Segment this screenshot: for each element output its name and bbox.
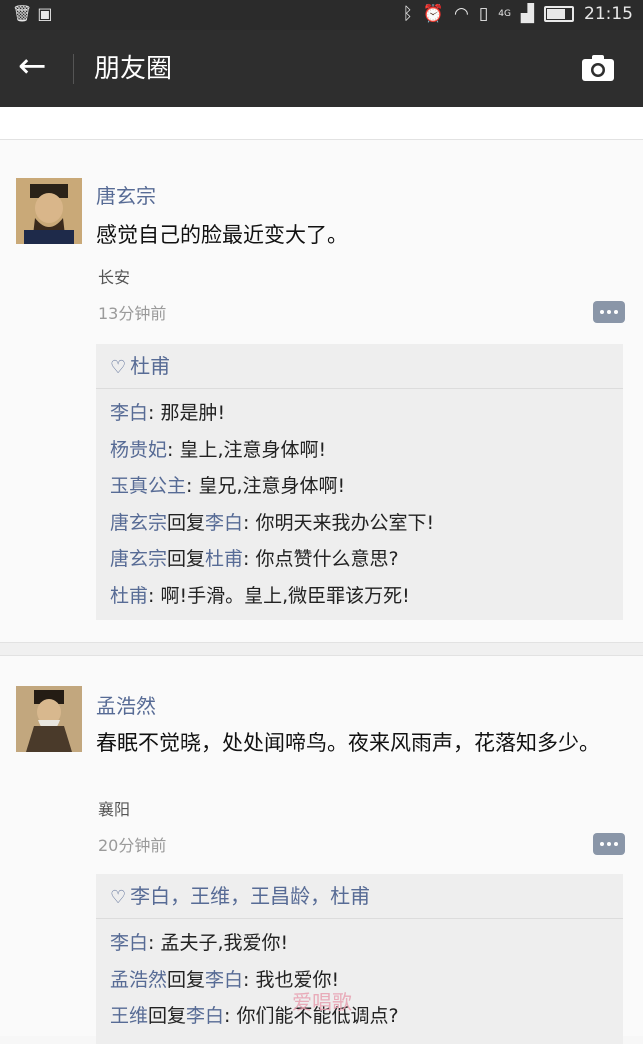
likes-row: ♡ 李白，王维，王昌龄，杜甫 [96, 874, 623, 919]
avatar[interactable] [16, 178, 82, 244]
comment-text: : 孟夫子,我爱你! [148, 932, 289, 954]
reply-word: 回复 [167, 511, 206, 534]
commenter-name[interactable]: 王维 [110, 1005, 148, 1027]
image-icon: ▣ [37, 4, 53, 23]
post-divider [0, 642, 643, 656]
status-icons: ᛒ ⏰ ◠ ▯ 4G ▟ 21:15 [403, 4, 633, 24]
battery-icon [544, 6, 574, 22]
likes-list[interactable]: 李白，王维，王昌龄，杜甫 [130, 884, 370, 908]
post-time: 13分钟前 [98, 304, 167, 323]
heart-icon: ♡ [110, 357, 127, 378]
comment-button[interactable] [593, 301, 625, 323]
post-location[interactable]: 长安 [98, 264, 130, 288]
heart-icon: ♡ [110, 887, 127, 908]
reply-word: 回复 [167, 968, 206, 991]
avatar[interactable] [16, 686, 82, 752]
interaction-box: ♡ 杜甫 李白: 那是肿! 杨贵妃: 皇上,注意身体啊! 玉真公主: 皇兄,注意身… [96, 344, 623, 620]
watermark: 爱唱歌 [292, 990, 352, 1014]
comment-text: : 皇上,注意身体啊! [167, 438, 327, 461]
reply-word: 回复 [167, 548, 206, 570]
comment-row[interactable]: 李白: 孟夫子,我爱你! [110, 925, 623, 962]
comment-list: 李白: 孟夫子,我爱你! 孟浩然回复李白: 我也爱你! 王维回复李白: 你们能不… [96, 919, 623, 1041]
network-label: 4G [498, 8, 511, 19]
commenter-name[interactable]: 杨贵妃 [110, 439, 167, 461]
commenter-name[interactable]: 玉真公主 [110, 475, 186, 497]
title-divider [73, 54, 74, 84]
post-location[interactable]: 襄阳 [98, 796, 130, 820]
signal-icon: ▟ [520, 4, 534, 24]
moments-feed: 唐玄宗 感觉自己的脸最近变大了。 长安 13分钟前 ♡ 杜甫 李白: 那是肿! 杨… [0, 107, 643, 1044]
post-content: 春眠不觉晓，处处闻啼鸟。夜来风雨声，花落知多少。 [96, 731, 600, 755]
alarm-icon: ⏰ [422, 4, 445, 24]
comment-text: : 你点赞什么意思? [243, 548, 399, 570]
interaction-box: ♡ 李白，王维，王昌龄，杜甫 李白: 孟夫子,我爱你! 孟浩然回复李白: 我也爱你… [96, 874, 623, 1044]
comment-row[interactable]: 李白: 那是肿! [110, 395, 623, 432]
moment-post: 唐玄宗 感觉自己的脸最近变大了。 长安 13分钟前 ♡ 杜甫 李白: 那是肿! 杨… [0, 140, 643, 642]
reply-target-name[interactable]: 杜甫 [205, 548, 243, 570]
post-content: 感觉自己的脸最近变大了。 [96, 223, 348, 247]
comment-list: 李白: 那是肿! 杨贵妃: 皇上,注意身体啊! 玉真公主: 皇兄,注意身体啊! … [96, 389, 623, 620]
likes-row: ♡ 杜甫 [96, 344, 623, 389]
commenter-name[interactable]: 李白 [110, 402, 148, 424]
comment-row[interactable]: 杨贵妃: 皇上,注意身体啊! [110, 432, 623, 469]
reply-target-name[interactable]: 李白 [205, 512, 243, 534]
comment-row[interactable]: 唐玄宗回复杜甫: 你点赞什么意思? [110, 541, 623, 578]
comment-text: : 那是肿! [148, 402, 226, 424]
commenter-name[interactable]: 唐玄宗 [110, 548, 167, 570]
poster-name[interactable]: 孟浩然 [96, 690, 156, 719]
comment-row[interactable]: 杜甫: 啊!手滑。皇上,微臣罪该万死! [110, 578, 623, 615]
clock: 21:15 [584, 4, 633, 24]
bluetooth-icon: ᛒ [402, 4, 413, 24]
comment-text: : 皇兄,注意身体啊! [186, 475, 346, 497]
notification-icons: 🗑 ▣ [12, 4, 53, 23]
status-bar: 🗑 ▣ ᛒ ⏰ ◠ ▯ 4G ▟ 21:15 [0, 0, 643, 30]
wifi-icon: ◠ [454, 4, 469, 24]
comment-row[interactable]: 唐玄宗回复李白: 你明天来我办公室下! [110, 505, 623, 542]
commenter-name[interactable]: 唐玄宗 [110, 512, 167, 534]
comment-text: : 你明天来我办公室下! [243, 511, 435, 534]
reply-target-name[interactable]: 李白 [205, 969, 243, 991]
reply-target-name[interactable]: 李白 [186, 1005, 224, 1027]
comment-row[interactable]: 孟浩然回复李白: 我也爱你! [110, 962, 623, 999]
page-title: 朋友圈 [94, 54, 173, 84]
camera-icon[interactable] [581, 54, 615, 82]
phone-icon: ▯ [478, 4, 489, 24]
comment-button[interactable] [593, 833, 625, 855]
post-time: 20分钟前 [98, 836, 167, 855]
commenter-name[interactable]: 李白 [110, 932, 148, 954]
comment-text: : 啊!手滑。皇上,微臣罪该万死! [148, 584, 410, 607]
comment-row[interactable]: 王维回复李白: 你们能不能低调点? [110, 998, 623, 1035]
reply-word: 回复 [148, 1005, 187, 1027]
feed-top-spacer [0, 107, 643, 140]
back-arrow-icon[interactable]: ← [18, 46, 47, 86]
commenter-name[interactable]: 杜甫 [110, 585, 148, 607]
title-bar: ← 朋友圈 [0, 30, 643, 107]
poster-name[interactable]: 唐玄宗 [96, 180, 156, 209]
moment-post: 孟浩然 春眠不觉晓，处处闻啼鸟。夜来风雨声，花落知多少。 襄阳 20分钟前 ♡ 李… [0, 656, 643, 1044]
comment-row[interactable]: 玉真公主: 皇兄,注意身体啊! [110, 468, 623, 505]
likes-list[interactable]: 杜甫 [130, 354, 170, 378]
commenter-name[interactable]: 孟浩然 [110, 969, 167, 991]
trash-icon: 🗑 [12, 4, 33, 23]
